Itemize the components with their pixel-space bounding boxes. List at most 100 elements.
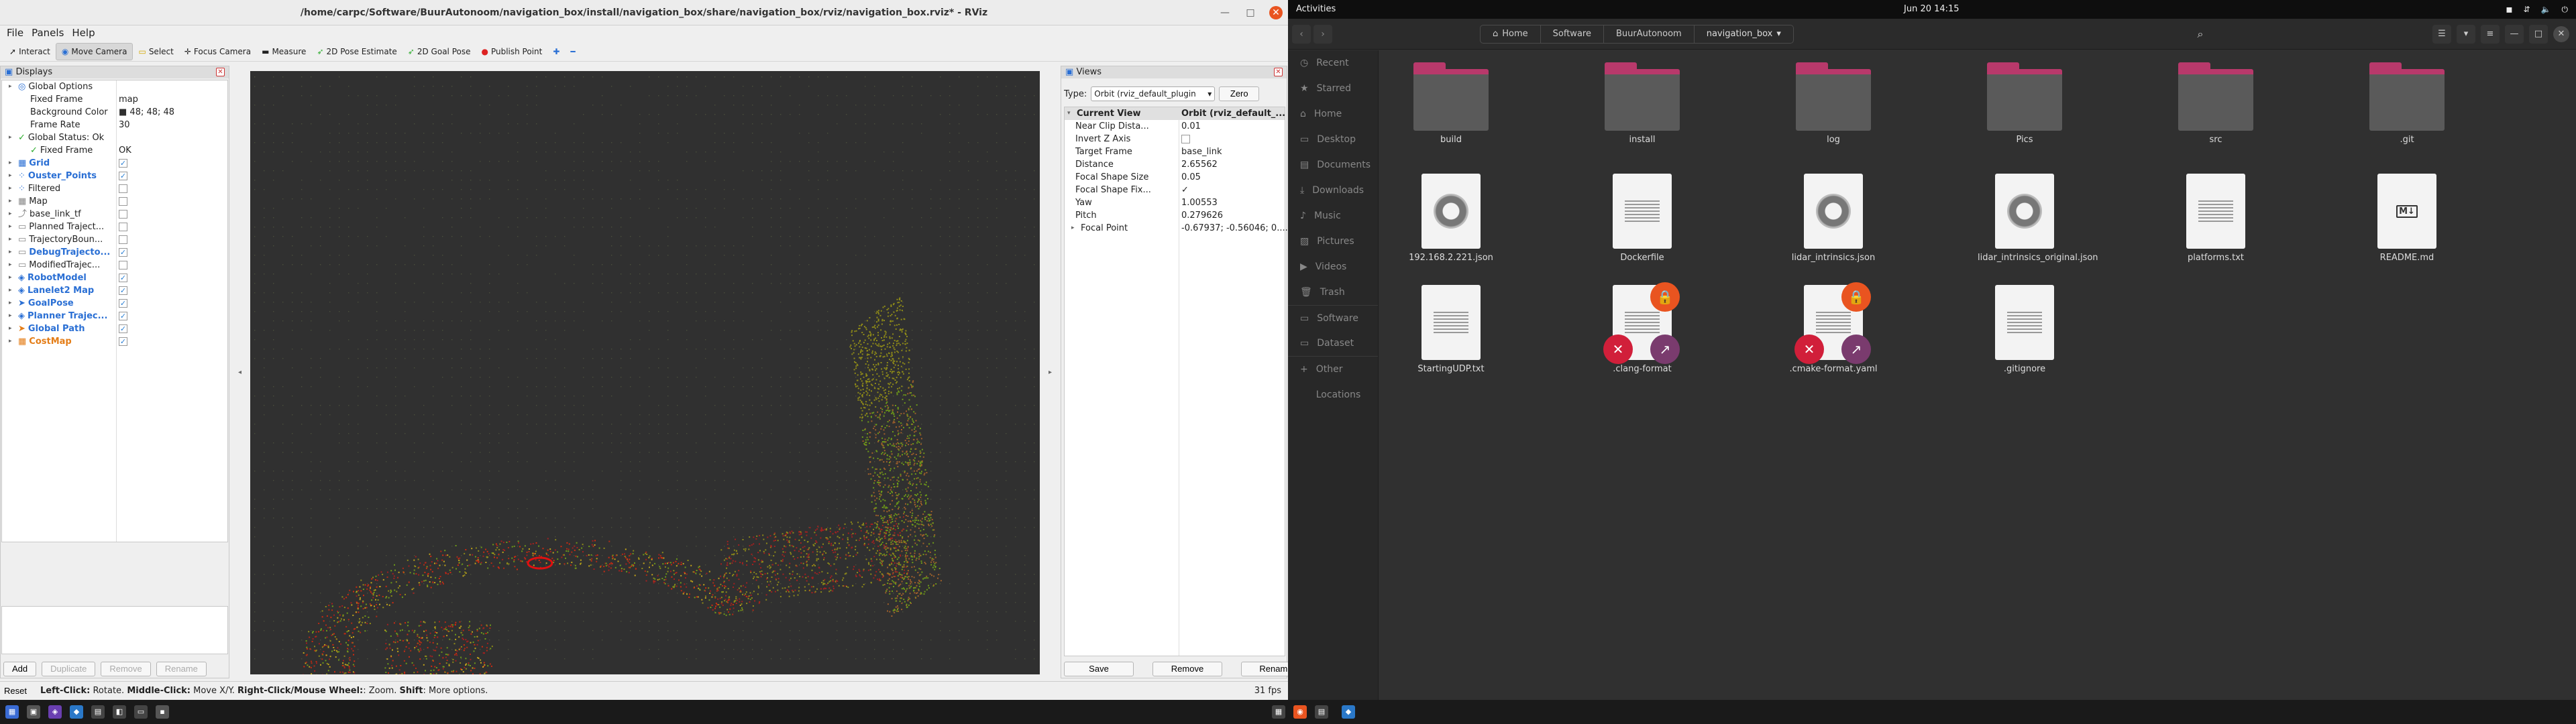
display-enabled-checkbox[interactable] bbox=[119, 197, 127, 206]
display-enabled-checkbox[interactable]: ✓ bbox=[119, 274, 127, 282]
property-value[interactable]: 30 bbox=[119, 119, 130, 131]
display-row[interactable]: ▸ ▭ DebugTrajecto... ✓ bbox=[2, 246, 227, 259]
expand-arrow-icon[interactable]: ▸ bbox=[9, 80, 15, 93]
display-enabled-checkbox[interactable]: ✓ bbox=[119, 324, 127, 333]
sidebar-item-videos[interactable]: ▶ Videos bbox=[1288, 254, 1378, 280]
tool-move-camera[interactable]: ◉ Move Camera bbox=[55, 42, 133, 60]
activities-button[interactable]: Activities bbox=[1296, 0, 1336, 19]
network-icon[interactable]: ⇵ bbox=[2523, 0, 2530, 19]
file-item[interactable]: platforms.txt bbox=[2169, 174, 2263, 263]
display-enabled-checkbox[interactable] bbox=[119, 210, 127, 219]
menu-file[interactable]: File bbox=[7, 25, 23, 40]
duplicate-button[interactable]: Duplicate bbox=[42, 662, 96, 676]
add-tool-button[interactable]: ✚ bbox=[547, 43, 565, 60]
remove-view-button[interactable]: Remove bbox=[1152, 662, 1222, 676]
chevron-down-icon[interactable]: ▾ bbox=[2457, 25, 2475, 44]
zero-button[interactable]: Zero bbox=[1219, 86, 1260, 101]
breadcrumb-navigation-box[interactable]: navigation_box ▾ bbox=[1695, 25, 1793, 43]
file-item[interactable]: M↓ README.md bbox=[2360, 174, 2454, 263]
app-icon[interactable]: ▤ bbox=[91, 705, 105, 719]
back-button[interactable]: ‹ bbox=[1292, 25, 1311, 44]
expand-arrow-icon[interactable]: ▾ bbox=[1067, 107, 1074, 120]
sidebar-item-starred[interactable]: ★ Starred bbox=[1288, 76, 1378, 101]
display-row[interactable]: ▸ ➤ Global Path ✓ bbox=[2, 322, 227, 335]
view-property-row[interactable]: Invert Z Axis bbox=[1065, 133, 1285, 145]
display-enabled-checkbox[interactable] bbox=[119, 235, 127, 244]
view-property-row[interactable]: ▸ Focal Point -0.67937; -0.56046; 0.... bbox=[1065, 222, 1288, 235]
display-enabled-checkbox[interactable] bbox=[119, 223, 127, 231]
display-row[interactable]: ▸ ⁘ Filtered bbox=[2, 182, 227, 195]
app-icon[interactable]: ◆ bbox=[70, 705, 83, 719]
folder-item[interactable]: .git bbox=[2360, 62, 2454, 145]
minimize-icon[interactable]: — bbox=[1218, 6, 1232, 19]
close-icon[interactable]: ✕ bbox=[1269, 6, 1283, 19]
view-property-value[interactable] bbox=[1181, 135, 1190, 143]
file-item[interactable]: StartingUDP.txt bbox=[1404, 285, 1498, 374]
app-icon[interactable]: ▦ bbox=[1272, 705, 1285, 719]
display-row[interactable]: ▸ ◈ Lanelet2 Map ✓ bbox=[2, 284, 227, 297]
view-property-value[interactable]: base_link bbox=[1181, 145, 1222, 158]
add-button[interactable]: Add bbox=[3, 662, 37, 676]
firefox-icon[interactable]: ◉ bbox=[1293, 705, 1307, 719]
view-property-value[interactable]: Orbit (rviz_default_... bbox=[1181, 107, 1285, 120]
render-viewport[interactable] bbox=[250, 71, 1040, 674]
forward-button[interactable]: › bbox=[1313, 25, 1332, 44]
expand-arrow-icon[interactable]: ▸ bbox=[9, 157, 15, 170]
display-enabled-checkbox[interactable]: ✓ bbox=[119, 172, 127, 180]
menu-help[interactable]: Help bbox=[72, 25, 95, 40]
remove-tool-button[interactable]: ━ bbox=[565, 43, 580, 60]
folder-item[interactable]: log bbox=[1786, 62, 1880, 145]
app-icon[interactable]: ▣ bbox=[27, 705, 40, 719]
display-row[interactable]: ▸ ◈ RobotModel ✓ bbox=[2, 272, 227, 284]
breadcrumb-software[interactable]: Software bbox=[1541, 25, 1604, 43]
display-enabled-checkbox[interactable]: ✓ bbox=[119, 248, 127, 257]
view-property-row[interactable]: Focal Shape Fix... ✓ bbox=[1065, 184, 1285, 196]
display-row[interactable]: ✓ Fixed Frame OK bbox=[2, 144, 227, 157]
power-icon[interactable]: ⏻ bbox=[2562, 0, 2569, 19]
expand-arrow-icon[interactable]: ▸ bbox=[9, 233, 15, 246]
sidebar-item-home[interactable]: ⌂ Home bbox=[1288, 101, 1378, 127]
view-property-value[interactable]: 2.65562 bbox=[1181, 158, 1218, 171]
file-item[interactable]: 192.168.2.221.json bbox=[1404, 174, 1498, 263]
view-property-value[interactable]: 0.279626 bbox=[1181, 209, 1223, 222]
view-property-row[interactable]: Focal Shape Size 0.05 bbox=[1065, 171, 1285, 184]
display-row[interactable]: ▸ ◈ Planner Trajec... ✓ bbox=[2, 310, 227, 322]
clock[interactable]: Jun 20 14:15 bbox=[1904, 0, 1960, 19]
expand-arrow-icon[interactable]: ▸ bbox=[9, 272, 15, 284]
menu-icon[interactable]: ≡ bbox=[2481, 25, 2500, 44]
display-row[interactable]: ▸ ▭ TrajectoryBoun... bbox=[2, 233, 227, 246]
start-icon[interactable]: ▦ bbox=[5, 705, 19, 719]
sidebar-item-dataset[interactable]: ▭ Dataset bbox=[1288, 330, 1378, 356]
file-item[interactable]: 🔒 ✕ ↗ .clang-format bbox=[1595, 282, 1689, 374]
display-enabled-checkbox[interactable]: ✓ bbox=[119, 299, 127, 308]
tool-select[interactable]: ▭ Select bbox=[133, 43, 178, 60]
collapse-right-icon[interactable]: ▸ bbox=[1049, 369, 1052, 376]
app-icon[interactable]: ◆ bbox=[1342, 705, 1355, 719]
file-item[interactable]: 🔒 ✕ ↗ .cmake-format.yaml bbox=[1786, 282, 1880, 374]
sidebar-item-other-locations[interactable]: + Other Locations bbox=[1288, 356, 1378, 400]
close-icon[interactable]: ✕ bbox=[2553, 26, 2569, 42]
search-icon[interactable]: ⌕ bbox=[2191, 25, 2210, 44]
display-row[interactable]: ▸ ◎ Global Options bbox=[2, 80, 227, 93]
folder-item[interactable]: install bbox=[1595, 62, 1689, 145]
display-enabled-checkbox[interactable] bbox=[119, 261, 127, 269]
sidebar-item-downloads[interactable]: ⤓ Downloads bbox=[1288, 178, 1378, 203]
reset-button[interactable]: Reset bbox=[4, 684, 27, 699]
display-enabled-checkbox[interactable]: ✓ bbox=[119, 337, 127, 346]
view-property-row[interactable]: Yaw 1.00553 bbox=[1065, 196, 1285, 209]
view-property-value[interactable]: ✓ bbox=[1181, 184, 1189, 196]
display-enabled-checkbox[interactable] bbox=[119, 184, 127, 193]
folder-item[interactable]: Pics bbox=[1978, 62, 2072, 145]
expand-arrow-icon[interactable]: ▸ bbox=[9, 195, 15, 208]
expand-arrow-icon[interactable]: ▸ bbox=[9, 259, 15, 272]
tool-focus-camera[interactable]: ✛ Focus Camera bbox=[179, 43, 256, 60]
expand-arrow-icon[interactable]: ▸ bbox=[9, 208, 15, 221]
file-item[interactable]: lidar_intrinsics_original.json bbox=[1978, 174, 2098, 263]
display-row[interactable]: ▸ ⤴ base_link_tf bbox=[2, 208, 227, 221]
display-enabled-checkbox[interactable]: ✓ bbox=[119, 286, 127, 295]
display-row[interactable]: ▸ ▭ ModifiedTrajec... bbox=[2, 259, 227, 272]
file-item[interactable]: lidar_intrinsics.json bbox=[1786, 174, 1880, 263]
expand-arrow-icon[interactable]: ▸ bbox=[9, 322, 15, 335]
sidebar-item-trash[interactable]: 🗑 Trash bbox=[1288, 280, 1378, 305]
view-property-value[interactable]: -0.67937; -0.56046; 0.... bbox=[1181, 222, 1288, 235]
